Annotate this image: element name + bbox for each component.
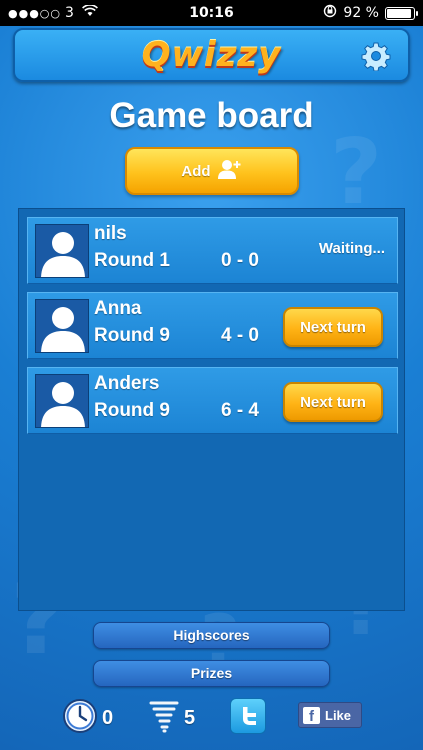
avatar (35, 299, 89, 353)
highscores-button[interactable]: Highscores (93, 622, 330, 649)
tornado-count: 5 (184, 706, 196, 729)
game-row[interactable]: Anna Round 9 4 - 0 Next turn (27, 292, 398, 359)
status-text: Waiting... (318, 240, 385, 257)
facebook-like-button[interactable]: f Like (298, 702, 362, 728)
next-turn-button[interactable]: Next turn (283, 382, 383, 422)
battery-icon (385, 6, 418, 20)
add-game-button[interactable]: Add (125, 147, 299, 195)
timer-count: 0 (102, 706, 114, 729)
signal-strength: ●●●○○ (8, 6, 61, 20)
timer-counter[interactable]: 0 (62, 698, 113, 738)
game-list: nils Round 1 0 - 0 Waiting... Anna Round… (18, 208, 405, 611)
page-title: Game board (109, 96, 314, 135)
score: 6 - 4 (220, 400, 260, 421)
score: 0 - 0 (220, 250, 260, 271)
round-label: Round 9 (94, 400, 170, 421)
next-turn-button[interactable]: Next turn (283, 307, 383, 347)
prizes-button[interactable]: Prizes (93, 660, 330, 687)
tornado-icon (148, 698, 180, 738)
clock-icon (62, 698, 98, 738)
status-bar: ●●●○○ 3 10:16 92 % (0, 0, 423, 26)
orientation-lock-icon (323, 4, 337, 22)
battery-percent: 92 % (343, 5, 379, 21)
game-row[interactable]: nils Round 1 0 - 0 Waiting... (27, 217, 398, 284)
add-user-icon (217, 158, 243, 184)
footer-bar: 0 5 f Like (0, 696, 423, 740)
tornado-counter[interactable]: 5 (148, 698, 195, 738)
player-name: Anna (94, 298, 142, 319)
like-label: Like (325, 707, 352, 723)
add-button-label: Add (181, 162, 211, 180)
avatar (35, 224, 89, 278)
gear-icon[interactable] (360, 40, 392, 72)
wifi-icon (81, 4, 98, 21)
player-name: Anders (94, 373, 160, 394)
app-logo: Qwizzy (141, 35, 282, 75)
facebook-icon: f (303, 706, 320, 725)
round-label: Round 9 (94, 325, 170, 346)
game-row[interactable]: Anders Round 9 6 - 4 Next turn (27, 367, 398, 434)
twitter-icon[interactable] (230, 698, 266, 734)
avatar (35, 374, 89, 428)
app-header: Qwizzy (13, 28, 410, 82)
player-name: nils (94, 223, 127, 244)
carrier-name: 3 (65, 5, 74, 21)
round-label: Round 1 (94, 250, 170, 271)
score: 4 - 0 (220, 325, 260, 346)
